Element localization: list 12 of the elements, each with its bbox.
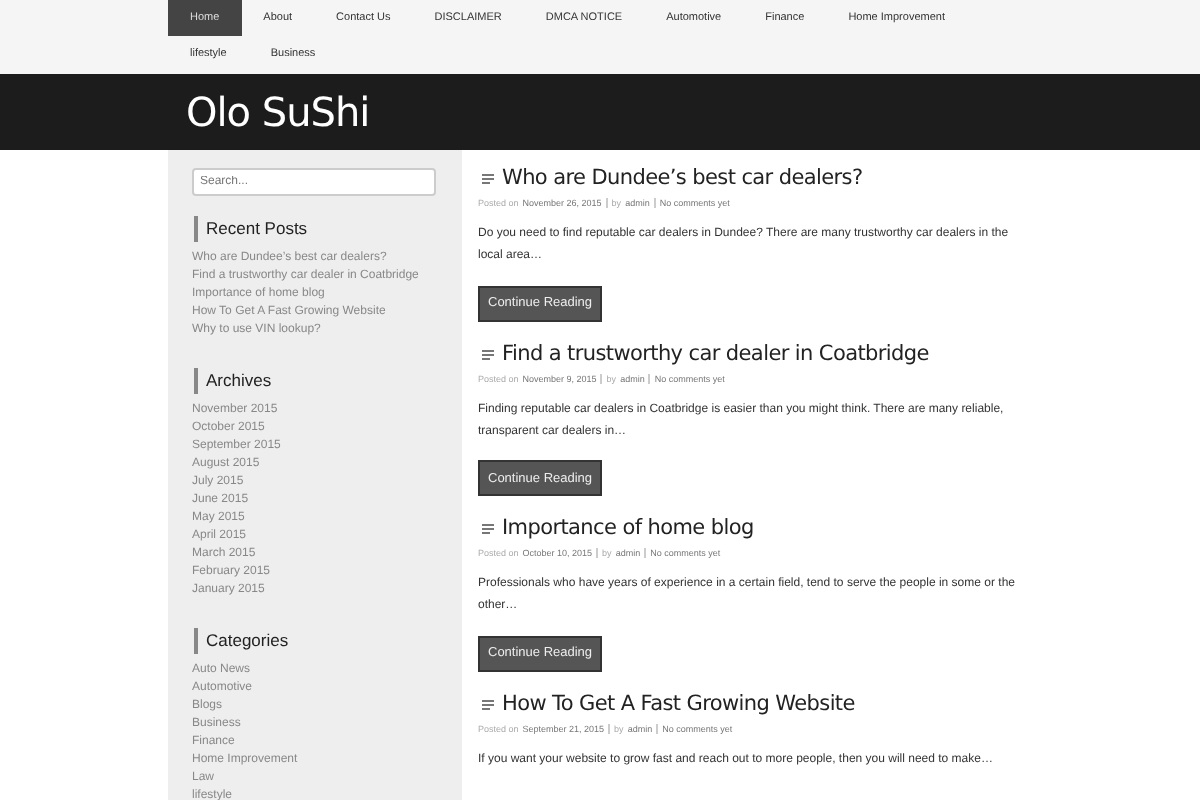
widget-heading: Categories: [194, 628, 438, 654]
post-title[interactable]: Importance of home blog: [502, 512, 754, 546]
document-icon: [482, 349, 494, 359]
document-icon: [482, 699, 494, 709]
site-title[interactable]: Olo SuShi: [186, 88, 370, 136]
post-title[interactable]: Find a trustworthy car dealer in Coatbridge: [502, 337, 929, 371]
widget-heading: Recent Posts: [194, 216, 438, 242]
post-title[interactable]: How To Get A Fast Growing Website: [502, 687, 855, 721]
post-title[interactable]: Who are Dundee’s best car dealers?: [502, 162, 863, 196]
document-icon: [482, 524, 494, 534]
widget-heading: Archives: [194, 368, 438, 394]
document-icon: [482, 174, 494, 184]
